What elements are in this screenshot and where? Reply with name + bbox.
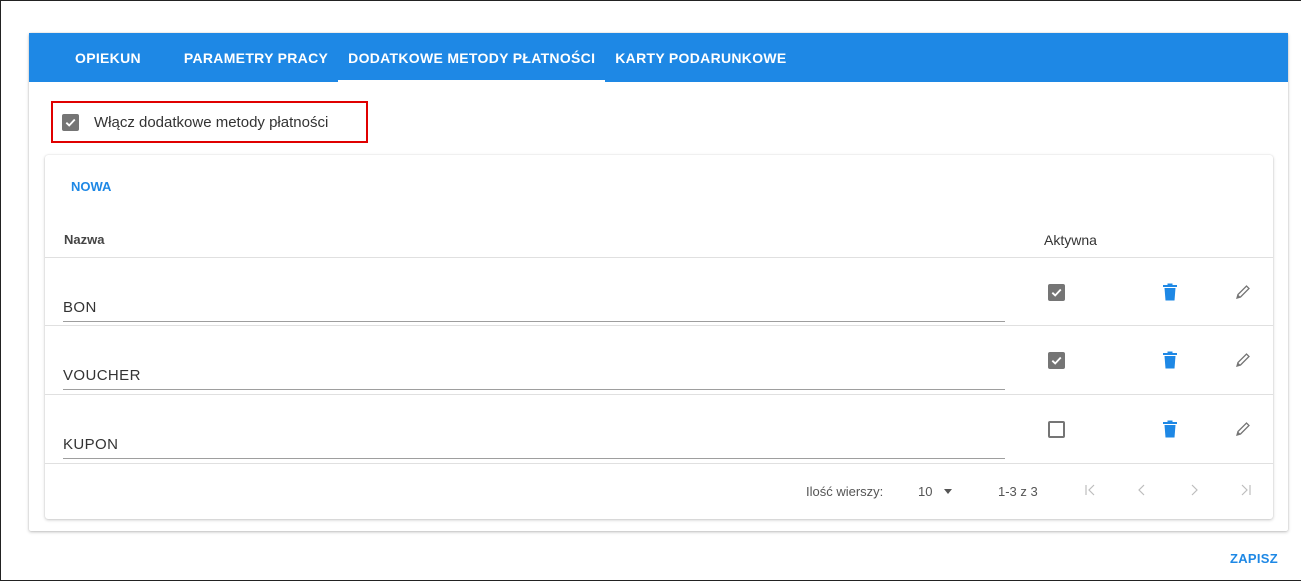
save-button[interactable]: ZAPISZ [1230,551,1278,566]
tab-parametry-pracy[interactable]: PARAMETRY PRACY [174,33,338,82]
name-value: BON [63,299,97,316]
active-checkbox[interactable] [1048,352,1065,369]
last-page-button[interactable] [1233,478,1257,502]
tab-karty-podarunkowe[interactable]: KARTY PODARUNKOWE [605,33,796,82]
name-value: KUPON [63,436,119,453]
table-footer: Ilość wierszy: 10 1-3 z 3 [45,465,1273,519]
pencil-icon[interactable] [1235,352,1251,368]
settings-card: OPIEKUN PARAMETRY PRACY DODATKOWE METODY… [29,33,1288,531]
column-header-active: Aktywna [1044,232,1097,248]
tab-opiekun[interactable]: OPIEKUN [65,33,151,82]
table-row: BON [45,258,1273,326]
chevron-left-icon [1138,484,1145,496]
trash-icon[interactable] [1162,351,1178,369]
name-field[interactable]: VOUCHER [63,346,1005,390]
page-range: 1-3 z 3 [998,484,1038,499]
tab-dodatkowe-metody-platnosci[interactable]: DODATKOWE METODY PŁATNOŚCI [338,33,606,82]
first-page-icon [1085,484,1095,496]
name-value: VOUCHER [63,367,141,384]
enable-payment-methods-label: Włącz dodatkowe metody płatności [94,113,329,131]
previous-page-button[interactable] [1130,478,1154,502]
trash-icon[interactable] [1162,283,1178,301]
rows-per-page-value: 10 [918,484,933,499]
divider [45,463,1273,464]
last-page-icon [1241,484,1251,496]
enable-payment-methods-option[interactable]: Włącz dodatkowe metody płatności [51,101,368,143]
new-button[interactable]: NOWA [71,179,111,194]
column-header-name: Nazwa [64,232,105,247]
name-field[interactable]: BON [63,278,1005,322]
active-checkbox[interactable] [1048,421,1065,438]
dropdown-caret-icon [944,489,953,494]
table-row: VOUCHER [45,326,1273,394]
checkmark-icon [1051,356,1062,365]
next-page-button[interactable] [1182,478,1206,502]
checkmark-icon [65,118,76,127]
table-row: KUPON [45,395,1273,463]
chevron-right-icon [1191,484,1198,496]
pencil-icon[interactable] [1235,421,1251,437]
trash-icon[interactable] [1162,420,1178,438]
checkmark-icon [1051,288,1062,297]
enable-payment-methods-checkbox[interactable] [62,113,79,131]
name-field[interactable]: KUPON [63,415,1005,459]
tab-bar: OPIEKUN PARAMETRY PRACY DODATKOWE METODY… [29,33,1288,82]
pencil-icon[interactable] [1235,284,1251,300]
rows-per-page-label: Ilość wierszy: [806,484,884,499]
first-page-button[interactable] [1079,478,1103,502]
rows-per-page-select[interactable]: 10 [918,484,953,499]
payment-methods-table: NOWA Nazwa Aktywna BON VOUCHER KUPON Ilo… [45,155,1273,519]
active-checkbox[interactable] [1048,284,1065,301]
